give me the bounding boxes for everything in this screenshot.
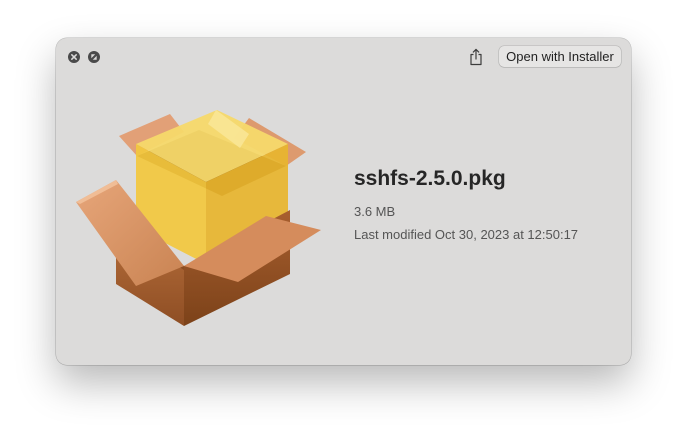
share-icon	[470, 48, 482, 66]
share-button[interactable]	[467, 47, 485, 67]
file-size: 3.6 MB	[354, 204, 396, 219]
fullscreen-button[interactable]	[88, 51, 100, 63]
quick-look-window: Open with Installer sshfs-2.5.0.pkg 3.6 …	[56, 38, 631, 365]
fullscreen-icon	[91, 54, 97, 60]
package-icon	[76, 110, 321, 326]
open-with-installer-button[interactable]: Open with Installer	[499, 46, 621, 67]
close-icon	[71, 54, 77, 60]
file-name: sshfs-2.5.0.pkg	[354, 167, 506, 190]
file-modified-date: Last modified Oct 30, 2023 at 12:50:17	[354, 227, 579, 242]
close-button[interactable]	[68, 51, 80, 63]
file-info: sshfs-2.5.0.pkg 3.6 MB Last modified Oct…	[354, 166, 578, 243]
